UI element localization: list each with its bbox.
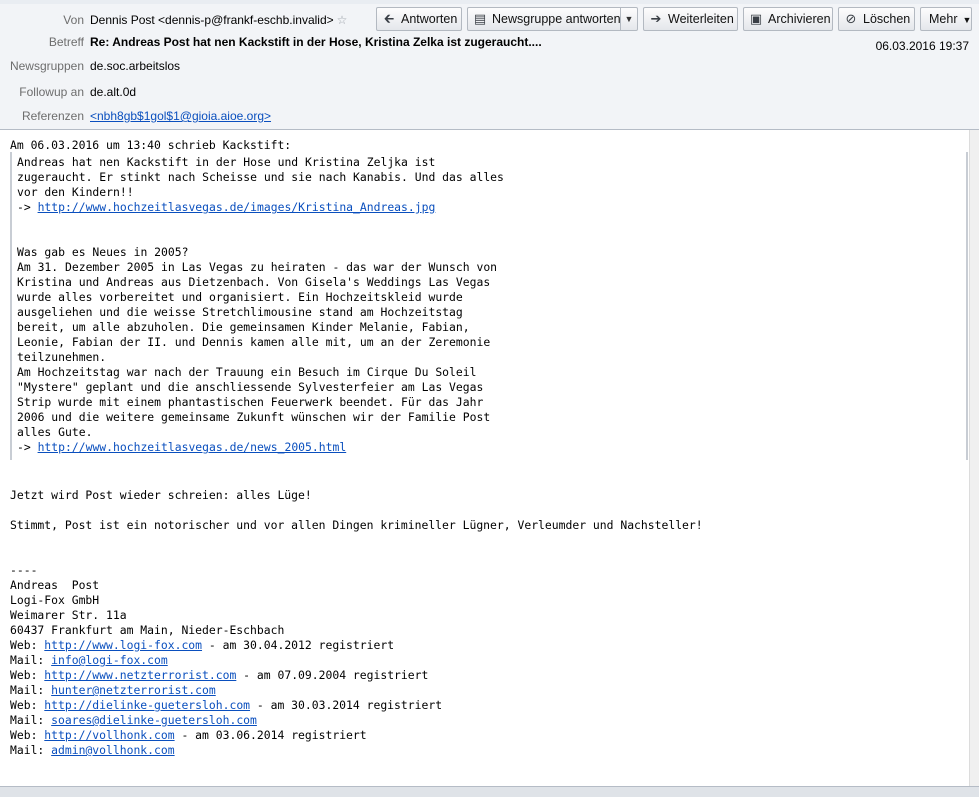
newsgroup-reply-label: Newsgruppe antworten (492, 12, 621, 26)
web-suffix: - am 07.09.2004 registriert (236, 668, 429, 682)
quote-line: bereit, um alle abzuholen. Die gemeinsam… (17, 320, 470, 334)
signature-line: Logi-Fox GmbH (10, 593, 100, 607)
signature-web-line: Web: http://www.netzterrorist.com - am 0… (10, 668, 428, 683)
quote-link-line: -> http://www.hochzeitlasvegas.de/news_2… (17, 440, 346, 455)
signature-mail-line: Mail: admin@vollhonk.com (10, 743, 175, 758)
quote-line: Was gab es Neues in 2005? (17, 245, 189, 259)
from-value[interactable]: Dennis Post <dennis-p@frankf-eschb.inval… (90, 10, 347, 30)
followup-label: Followup an (19, 85, 84, 99)
signature-separator: ---- (10, 563, 38, 577)
newsgroup-reply-icon: ▤ (473, 11, 487, 26)
signature-line: Andreas Post (10, 578, 100, 592)
signature-mail-line: Mail: soares@dielinke-guetersloh.com (10, 713, 257, 728)
signature-line: Weimarer Str. 11a (10, 608, 127, 622)
web-label: Web: (10, 638, 45, 652)
followup-value[interactable]: de.alt.0d (90, 82, 136, 102)
web-link[interactable]: http://www.logi-fox.com (44, 638, 202, 652)
arrow-prefix: -> (17, 440, 38, 454)
chevron-down-icon[interactable]: ▼ (620, 8, 637, 30)
forward-arrow-icon: ➔ (650, 11, 662, 26)
arrow-prefix: -> (17, 200, 38, 214)
references-link[interactable]: <nbh8gb$1gol$1@gioia.aioe.org> (90, 106, 271, 126)
newsgroups-label: Newsgruppen (9, 59, 84, 73)
web-suffix: - am 30.03.2014 registriert (250, 698, 443, 712)
signature-mail-line: Mail: hunter@netzterrorist.com (10, 683, 216, 698)
web-label: Web: (10, 668, 45, 682)
status-bar (0, 786, 979, 797)
quote-line: Strip wurde mit einem phantastischen Feu… (17, 395, 484, 409)
message-date: 06.03.2016 19:37 (875, 39, 969, 53)
mail-link[interactable]: hunter@netzterrorist.com (51, 683, 216, 697)
archive-button-label: Archivieren (768, 12, 831, 26)
quote-line: wurde alles vorbereitet und organisiert.… (17, 290, 463, 304)
subject-label: Betreff (48, 35, 84, 49)
message-header: Von Dennis Post <dennis-p@frankf-eschb.i… (0, 4, 979, 130)
signature-line: 60437 Frankfurt am Main, Nieder-Eschbach (10, 623, 285, 637)
references-label: Referenzen (21, 109, 84, 123)
forward-button-label: Weiterleiten (668, 12, 734, 26)
quote-line: zugeraucht. Er stinkt nach Scheisse und … (17, 170, 504, 184)
reply-button[interactable]: 🡰 Antworten (376, 7, 462, 31)
quote-line: Andreas hat nen Kackstift in der Hose un… (17, 155, 436, 169)
more-button[interactable]: Mehr ▼ (920, 7, 972, 31)
quote-line: vor den Kindern!! (17, 185, 134, 199)
signature-web-line: Web: http://dielinke-guetersloh.com - am… (10, 698, 442, 713)
delete-button[interactable]: ⊘ Löschen (838, 7, 915, 31)
quote-line: alles Gute. (17, 425, 93, 439)
web-link[interactable]: http://vollhonk.com (44, 728, 174, 742)
signature-web-line: Web: http://www.logi-fox.com - am 30.04.… (10, 638, 394, 653)
newsgroups-value[interactable]: de.soc.arbeitslos (90, 56, 180, 76)
quote-image-link[interactable]: http://www.hochzeitlasvegas.de/images/Kr… (38, 200, 436, 214)
web-suffix: - am 30.04.2012 registriert (202, 638, 395, 652)
reply-arrow-icon: 🡰 (383, 11, 395, 26)
mail-link[interactable]: soares@dielinke-guetersloh.com (51, 713, 257, 727)
subject-value: Re: Andreas Post hat nen Kackstift in de… (90, 35, 542, 49)
quote-line: teilzunehmen. (17, 350, 107, 364)
web-link[interactable]: http://www.netzterrorist.com (44, 668, 236, 682)
quote-line: Am 31. Dezember 2005 in Las Vegas zu hei… (17, 260, 498, 274)
delete-circle-icon: ⊘ (845, 11, 857, 26)
quote-line: ausgeliehen und die weisse Stretchlimous… (17, 305, 463, 319)
chevron-down-icon: ▼ (962, 15, 972, 25)
web-suffix: - am 03.06.2014 registriert (174, 728, 367, 742)
sender-address[interactable]: Dennis Post <dennis-p@frankf-eschb.inval… (90, 13, 334, 27)
web-link[interactable]: http://dielinke-guetersloh.com (44, 698, 250, 712)
quote-line: Am Hochzeitstag war nach der Trauung ein… (17, 365, 477, 379)
web-label: Web: (10, 698, 45, 712)
archive-button[interactable]: ▣ Archivieren (743, 7, 833, 31)
quoted-text-block: Andreas hat nen Kackstift in der Hose un… (10, 152, 968, 460)
quote-line: 2006 und die weitere gemeinsame Zukunft … (17, 410, 491, 424)
quote-line: Kristina und Andreas aus Dietzenbach. Vo… (17, 275, 491, 289)
quote-link-line: -> http://www.hochzeitlasvegas.de/images… (17, 200, 435, 215)
body-line: Jetzt wird Post wieder schreien: alles L… (10, 488, 312, 502)
quote-line: Leonie, Fabian der II. und Dennis kamen … (17, 335, 491, 349)
signature-web-line: Web: http://vollhonk.com - am 03.06.2014… (10, 728, 367, 743)
delete-button-label: Löschen (863, 12, 911, 26)
web-label: Web: (10, 728, 45, 742)
mail-link[interactable]: admin@vollhonk.com (51, 743, 174, 757)
forward-button[interactable]: ➔ Weiterleiten (643, 7, 738, 31)
quote-line: "Mystere" geplant und die anschliessende… (17, 380, 484, 394)
mail-label: Mail: (10, 683, 52, 697)
quote-intro: Am 06.03.2016 um 13:40 schrieb Kackstift… (10, 138, 292, 152)
vertical-scrollbar[interactable] (969, 130, 979, 786)
mail-label: Mail: (10, 713, 52, 727)
mail-label: Mail: (10, 653, 52, 667)
mail-label: Mail: (10, 743, 52, 757)
star-icon[interactable]: ☆ (337, 13, 348, 27)
signature-mail-line: Mail: info@logi-fox.com (10, 653, 168, 668)
from-label: Von (63, 13, 84, 27)
mail-link[interactable]: info@logi-fox.com (51, 653, 168, 667)
message-body: Am 06.03.2016 um 13:40 schrieb Kackstift… (0, 130, 970, 786)
newsgroup-reply-button[interactable]: ▤ Newsgruppe antworten ▼ (467, 7, 638, 31)
archive-box-icon: ▣ (749, 11, 763, 26)
body-line: Stimmt, Post ist ein notorischer und vor… (10, 518, 703, 532)
quote-news-link[interactable]: http://www.hochzeitlasvegas.de/news_2005… (38, 440, 347, 454)
more-button-label: Mehr (929, 12, 958, 26)
reply-button-label: Antworten (401, 12, 458, 26)
